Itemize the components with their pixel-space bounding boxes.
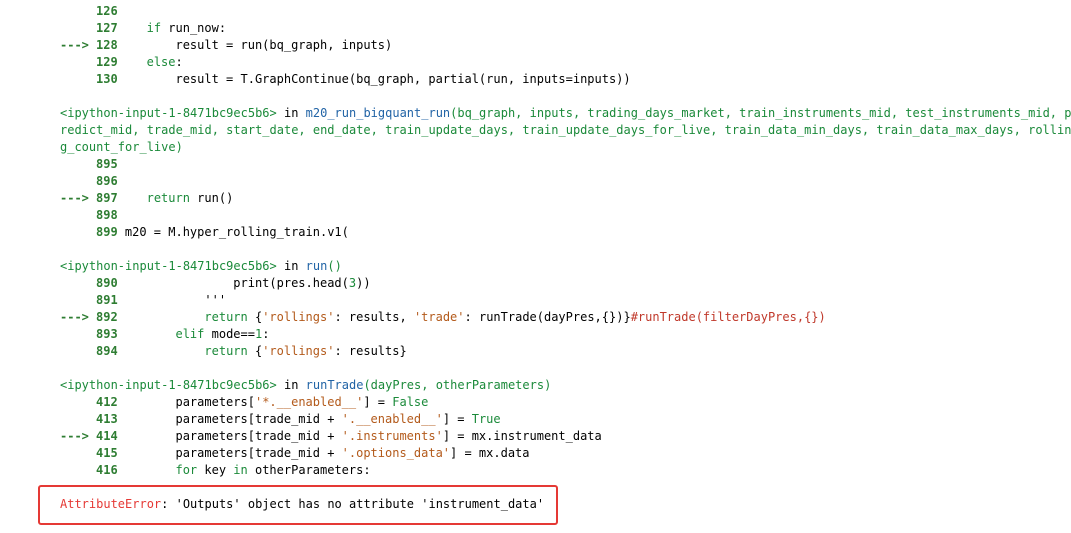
code-line: 415 parameters[trade_mid + '.options_dat… (96, 446, 530, 460)
frame-header: <ipython-input-1-8471bc9ec5b6> in run() (60, 259, 342, 273)
code-line: 126 (96, 4, 118, 18)
code-line-current: ---> 414 parameters[trade_mid + '.instrum… (60, 429, 602, 443)
error-type: AttributeError (60, 497, 162, 511)
frame-header: <ipython-input-1-8471bc9ec5b6> in m20_ru… (60, 106, 1071, 120)
code-line: 899 m20 = M.hyper_rolling_train.v1( (96, 225, 349, 239)
traceback-output: 126 127 if run_now: ---> 128 result = run… (0, 0, 1071, 533)
code-line-current: ---> 892 return {'rollings': results, 'tr… (60, 310, 826, 324)
code-line-current: ---> 897 return run() (60, 191, 234, 205)
code-line: 412 parameters['*.__enabled__'] = False (96, 395, 429, 409)
code-line: 894 return {'rollings': results} (96, 344, 407, 358)
frame-header-cont: redict_mid, trade_mid, start_date, end_d… (60, 123, 1071, 137)
error-message: : 'Outputs' object has no attribute 'ins… (161, 497, 545, 511)
frame-header-cont: g_count_for_live) (60, 140, 183, 154)
code-line: 127 if run_now: (96, 21, 227, 35)
code-line: 895 (96, 157, 118, 171)
current-line-arrow: ---> (60, 191, 89, 205)
code-line: 130 result = T.GraphContinue(bq_graph, p… (96, 72, 631, 86)
code-line-current: ---> 128 result = run(bq_graph, inputs) (60, 38, 393, 52)
frame-header: <ipython-input-1-8471bc9ec5b6> in runTra… (60, 378, 552, 392)
code-line: 890 print(pres.head(3)) (96, 276, 371, 290)
code-line: 416 for key in otherParameters: (96, 463, 371, 477)
current-line-arrow: ---> (60, 310, 89, 324)
error-line: AttributeError: 'Outputs' object has no … (60, 496, 544, 513)
code-line: 896 (96, 174, 118, 188)
current-line-arrow: ---> (60, 429, 89, 443)
code-line: 891 ''' (96, 293, 227, 307)
code-line: 893 elif mode==1: (96, 327, 270, 341)
code-line: 129 else: (96, 55, 183, 69)
code-line: 898 (96, 208, 118, 222)
current-line-arrow: ---> (60, 38, 89, 52)
code-line: 413 parameters[trade_mid + '.__enabled__… (96, 412, 501, 426)
